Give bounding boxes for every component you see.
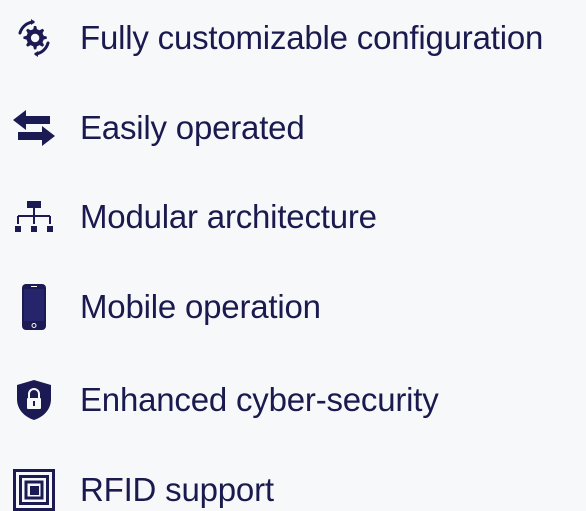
- rfid-card-icon: [8, 464, 60, 511]
- feature-label: Easily operated: [80, 108, 305, 146]
- feature-item-mobile: Mobile operation: [0, 277, 586, 337]
- feature-item-security: Enhanced cyber-security: [0, 370, 586, 430]
- feature-label: Modular architecture: [80, 197, 377, 235]
- feature-item-configuration: Fully customizable configuration: [0, 8, 586, 68]
- feature-label: RFID support: [80, 470, 274, 508]
- shield-lock-icon: [8, 374, 60, 426]
- feature-item-easily-operated: Easily operated: [0, 98, 586, 158]
- feature-item-rfid: RFID support: [0, 460, 586, 511]
- feature-item-modular: Modular architecture: [0, 187, 586, 247]
- swap-arrows-icon: [8, 102, 60, 154]
- feature-label: Fully customizable configuration: [80, 18, 544, 56]
- gear-cycle-icon: [8, 12, 60, 64]
- feature-label: Mobile operation: [80, 287, 321, 325]
- feature-label: Enhanced cyber-security: [80, 380, 439, 418]
- hierarchy-icon: [8, 191, 60, 243]
- smartphone-icon: [8, 281, 60, 333]
- feature-list: Fully customizable configuration Easily …: [0, 0, 586, 511]
